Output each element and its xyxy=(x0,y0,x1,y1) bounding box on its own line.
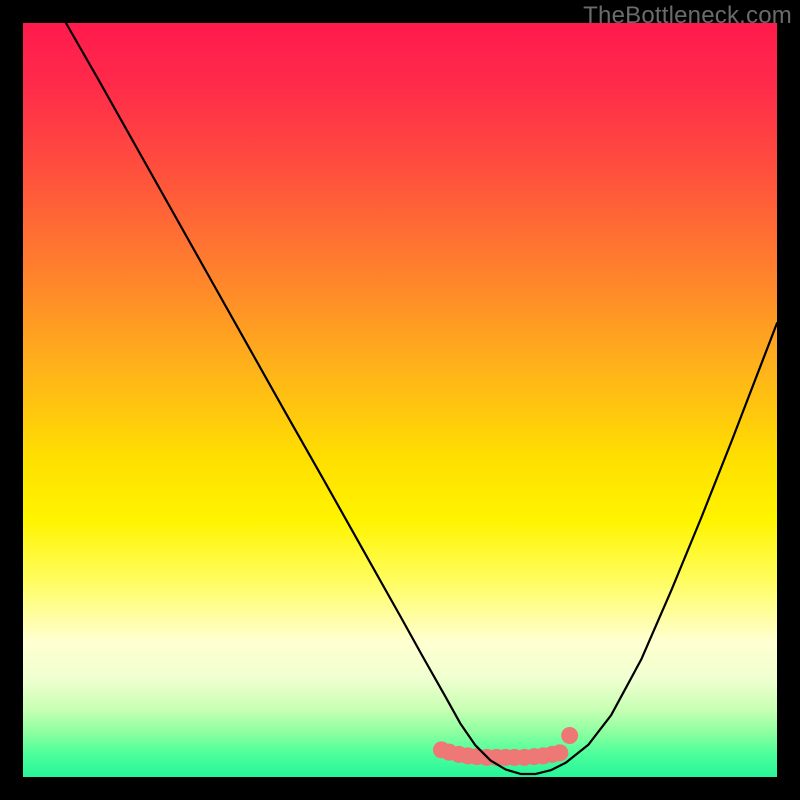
chart-frame: TheBottleneck.com xyxy=(0,0,800,800)
curve-path xyxy=(66,23,777,774)
plot-area xyxy=(23,23,777,777)
chart-svg xyxy=(23,23,777,777)
marker-dot xyxy=(561,727,578,744)
marker-dot xyxy=(551,744,568,761)
marker-layer xyxy=(433,727,578,766)
